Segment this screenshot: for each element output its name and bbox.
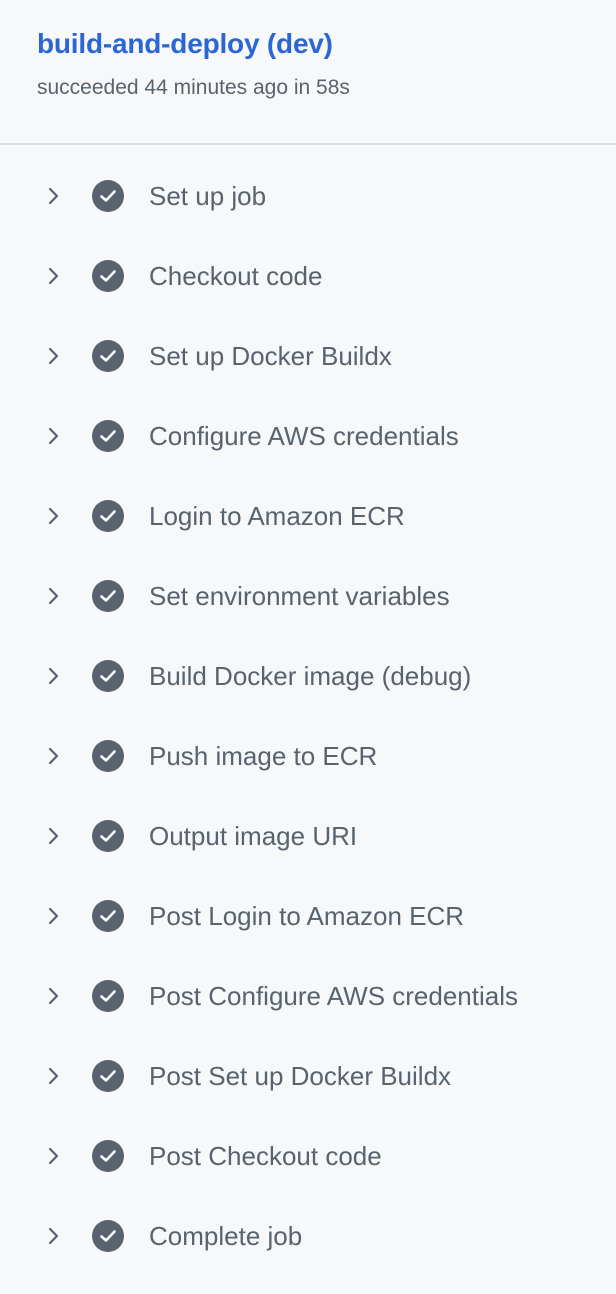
chevron-right-icon[interactable] bbox=[44, 585, 64, 607]
step-label: Set environment variables bbox=[149, 581, 450, 611]
step-row[interactable]: Post Configure AWS credentials bbox=[0, 956, 616, 1036]
chevron-right-icon[interactable] bbox=[44, 345, 64, 367]
step-row[interactable]: Output image URI bbox=[0, 796, 616, 876]
job-header: build-and-deploy (dev) succeeded 44 minu… bbox=[0, 0, 616, 145]
step-label: Set up Docker Buildx bbox=[149, 341, 392, 371]
check-circle-icon bbox=[92, 740, 124, 772]
step-row[interactable]: Set up Docker Buildx bbox=[0, 316, 616, 396]
steps-list: Set up job Checkout code Set up Docker Bui… bbox=[0, 156, 616, 1276]
step-row[interactable]: Push image to ECR bbox=[0, 716, 616, 796]
chevron-right-icon[interactable] bbox=[44, 745, 64, 767]
step-row[interactable]: Post Checkout code bbox=[0, 1116, 616, 1196]
step-row[interactable]: Complete job bbox=[0, 1196, 616, 1276]
check-circle-icon bbox=[92, 420, 124, 452]
chevron-right-icon[interactable] bbox=[44, 825, 64, 847]
check-circle-icon bbox=[92, 340, 124, 372]
job-title[interactable]: build-and-deploy (dev) bbox=[37, 28, 333, 60]
step-label: Set up job bbox=[149, 181, 267, 211]
chevron-right-icon[interactable] bbox=[44, 1065, 64, 1087]
step-row[interactable]: Login to Amazon ECR bbox=[0, 476, 616, 556]
check-circle-icon bbox=[92, 660, 124, 692]
chevron-right-icon[interactable] bbox=[44, 1225, 64, 1247]
check-circle-icon bbox=[92, 580, 124, 612]
check-circle-icon bbox=[92, 820, 124, 852]
check-circle-icon bbox=[92, 1220, 124, 1252]
chevron-right-icon[interactable] bbox=[44, 985, 64, 1007]
check-circle-icon bbox=[92, 1060, 124, 1092]
step-label: Post Configure AWS credentials bbox=[149, 981, 518, 1011]
step-row[interactable]: Post Set up Docker Buildx bbox=[0, 1036, 616, 1116]
step-label: Checkout code bbox=[149, 261, 323, 291]
check-circle-icon bbox=[92, 500, 124, 532]
chevron-right-icon[interactable] bbox=[44, 265, 64, 287]
chevron-right-icon[interactable] bbox=[44, 1145, 64, 1167]
step-label: Login to Amazon ECR bbox=[149, 501, 405, 531]
step-row[interactable]: Set up job bbox=[0, 156, 616, 236]
step-row[interactable]: Post Login to Amazon ECR bbox=[0, 876, 616, 956]
job-status-text: succeeded 44 minutes ago in 58s bbox=[37, 76, 350, 99]
step-label: Post Checkout code bbox=[149, 1141, 382, 1171]
step-label: Configure AWS credentials bbox=[149, 421, 459, 451]
step-label: Output image URI bbox=[149, 821, 358, 851]
check-circle-icon bbox=[92, 180, 124, 212]
step-row[interactable]: Checkout code bbox=[0, 236, 616, 316]
check-circle-icon bbox=[92, 1140, 124, 1172]
chevron-right-icon[interactable] bbox=[44, 505, 64, 527]
step-label: Post Login to Amazon ECR bbox=[149, 901, 465, 931]
chevron-right-icon[interactable] bbox=[44, 185, 64, 207]
step-label: Post Set up Docker Buildx bbox=[149, 1061, 452, 1091]
check-circle-icon bbox=[92, 900, 124, 932]
chevron-right-icon[interactable] bbox=[44, 665, 64, 687]
step-row[interactable]: Set environment variables bbox=[0, 556, 616, 636]
chevron-right-icon[interactable] bbox=[44, 425, 64, 447]
chevron-right-icon[interactable] bbox=[44, 905, 64, 927]
step-label: Complete job bbox=[149, 1221, 303, 1251]
check-circle-icon bbox=[92, 260, 124, 292]
check-circle-icon bbox=[92, 980, 124, 1012]
step-row[interactable]: Build Docker image (debug) bbox=[0, 636, 616, 716]
step-row[interactable]: Configure AWS credentials bbox=[0, 396, 616, 476]
step-label: Push image to ECR bbox=[149, 741, 378, 771]
step-label: Build Docker image (debug) bbox=[149, 661, 472, 691]
